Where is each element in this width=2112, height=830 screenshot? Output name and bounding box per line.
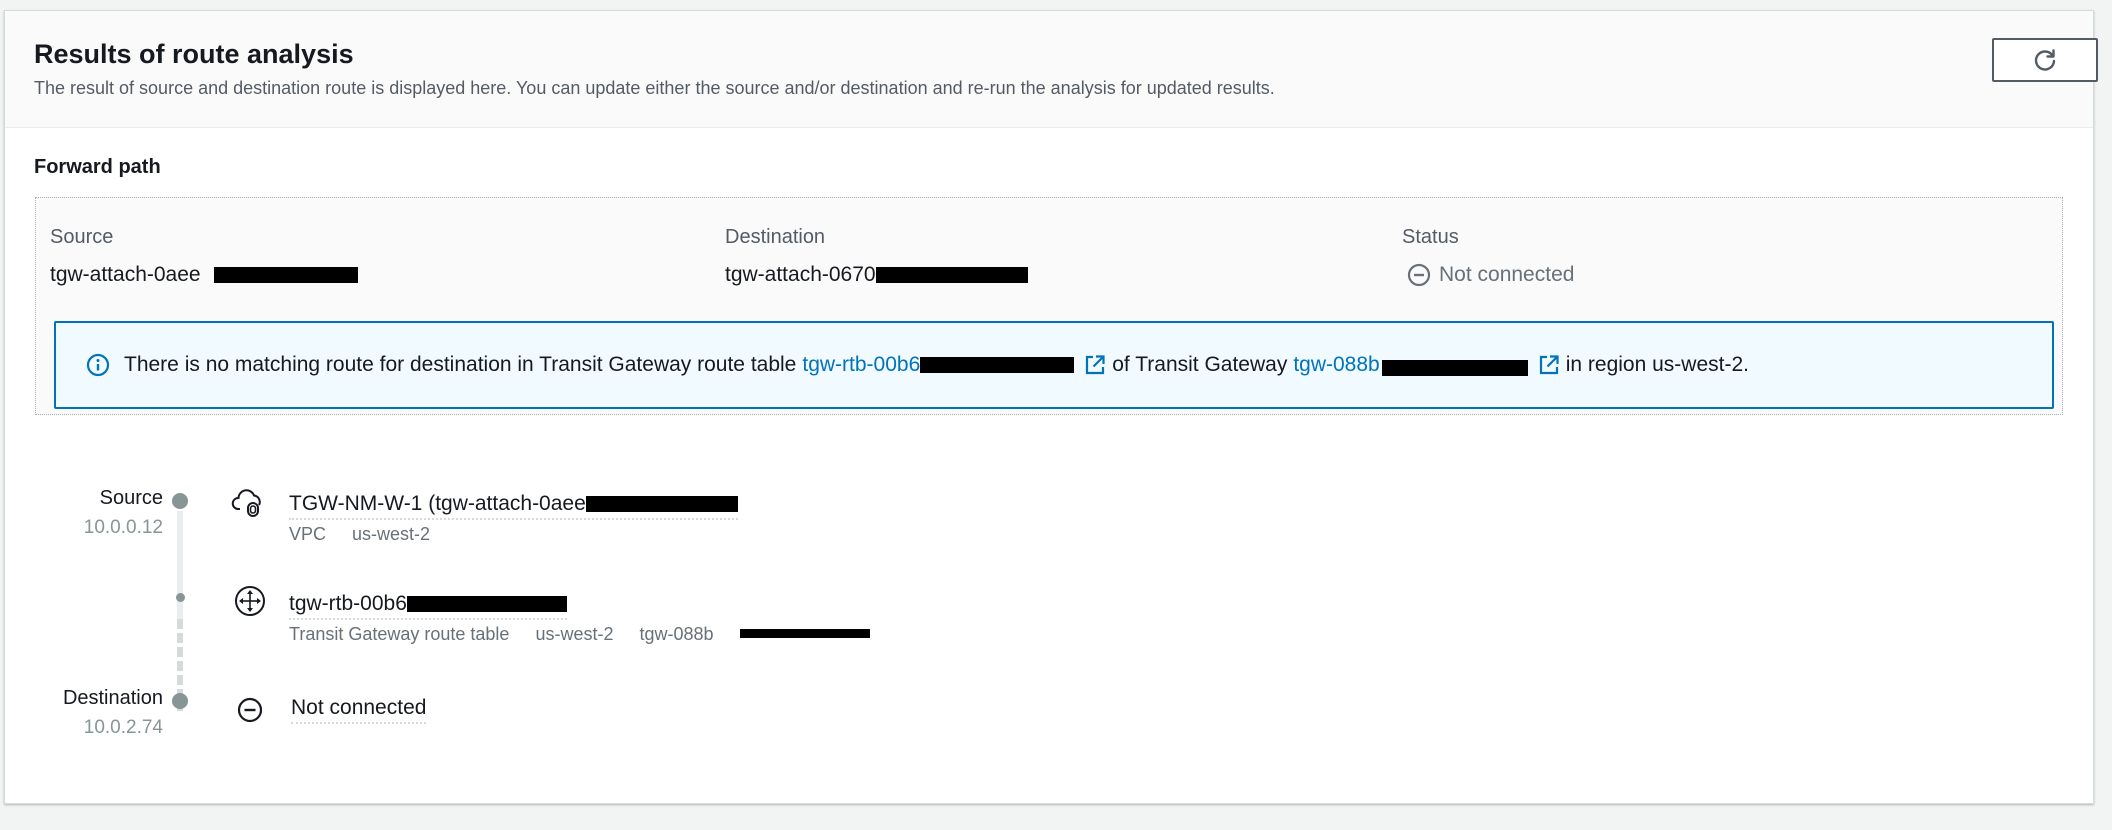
redaction-bar xyxy=(739,629,870,638)
route-node-gateway-text: tgw-088b xyxy=(639,624,714,644)
route-node-title[interactable]: TGW-NM-W-1 (tgw-attach-0aee xyxy=(289,491,738,520)
source-value: tgw-attach-0aee xyxy=(50,262,359,288)
alert-text-3: in region us-west-2. xyxy=(1565,353,1749,376)
page-description: The result of source and destination rou… xyxy=(34,78,1275,98)
forward-path-heading: Forward path xyxy=(34,156,161,178)
route-node-title[interactable]: tgw-rtb-00b6 xyxy=(289,591,567,620)
redaction-bar xyxy=(875,267,1028,284)
alert-text-1: There is no matching route for destinati… xyxy=(124,353,797,376)
info-icon xyxy=(86,353,110,377)
route-node-meta: Transit Gateway route table us-west-2 tgw-… xyxy=(289,623,896,645)
destination-label: Destination xyxy=(725,226,826,248)
route-source-ip: 10.0.0.12 xyxy=(83,517,163,538)
route-table-link-text[interactable]: tgw-rtb-00b6 xyxy=(802,353,920,376)
route-node-type: VPC xyxy=(289,524,327,544)
redaction-bar xyxy=(920,357,1075,374)
redaction-bar xyxy=(406,596,567,613)
status-text: Not connected xyxy=(1439,263,1575,286)
page-title: Results of route analysis xyxy=(34,39,354,69)
redaction-bar xyxy=(214,267,359,284)
external-link-icon[interactable] xyxy=(1084,354,1106,376)
route-node-dot xyxy=(176,593,185,602)
route-node-region: us-west-2 xyxy=(352,524,431,544)
status-value: Not connected xyxy=(1407,262,1574,288)
route-node-title-text[interactable]: tgw-rtb-00b6 xyxy=(289,592,407,615)
destination-value-text: tgw-attach-0670 xyxy=(725,263,876,286)
source-label: Source xyxy=(50,226,114,248)
route-table-link[interactable]: tgw-rtb-00b6 xyxy=(802,353,1075,377)
refresh-icon xyxy=(2034,49,2056,71)
alert-text-2: of Transit Gateway xyxy=(1112,353,1288,376)
route-node-type: Transit Gateway route table xyxy=(289,624,510,644)
status-label: Status xyxy=(1402,226,1459,248)
route-node-region: us-west-2 xyxy=(535,624,614,644)
transit-gateway-link-text[interactable]: tgw-088b xyxy=(1293,353,1379,376)
redaction-bar xyxy=(1381,360,1528,376)
minus-circle-icon xyxy=(237,697,263,723)
destination-value: tgw-attach-0670 xyxy=(725,262,1028,288)
external-link-icon[interactable] xyxy=(1538,354,1560,376)
panel-header: Results of route analysis The result of … xyxy=(5,11,2093,128)
route-node-meta: VPC us-west-2 xyxy=(289,523,456,545)
route-analysis-panel: Results of route analysis The result of … xyxy=(4,10,2098,804)
refresh-button[interactable] xyxy=(1992,38,2098,82)
route-destination-ip: 10.0.2.74 xyxy=(83,717,163,738)
info-alert: There is no matching route for destinati… xyxy=(54,321,2054,409)
route-node-dot xyxy=(172,493,188,509)
route-destination-label: Destination xyxy=(62,687,163,709)
route-node-title[interactable]: Not connected xyxy=(291,695,427,724)
route-node-gateway: tgw-088b xyxy=(639,624,895,644)
vpc-cloud-icon xyxy=(231,489,261,517)
route-node-dot xyxy=(172,693,188,709)
minus-circle-icon xyxy=(1407,263,1431,287)
transit-gateway-link[interactable]: tgw-088b xyxy=(1293,353,1528,377)
route-source-label: Source xyxy=(99,487,163,509)
route-table-icon xyxy=(235,586,265,616)
source-value-text: tgw-attach-0aee xyxy=(50,263,201,286)
route-node-title-text[interactable]: TGW-NM-W-1 (tgw-attach-0aee xyxy=(289,492,586,515)
redaction-bar xyxy=(585,496,738,513)
